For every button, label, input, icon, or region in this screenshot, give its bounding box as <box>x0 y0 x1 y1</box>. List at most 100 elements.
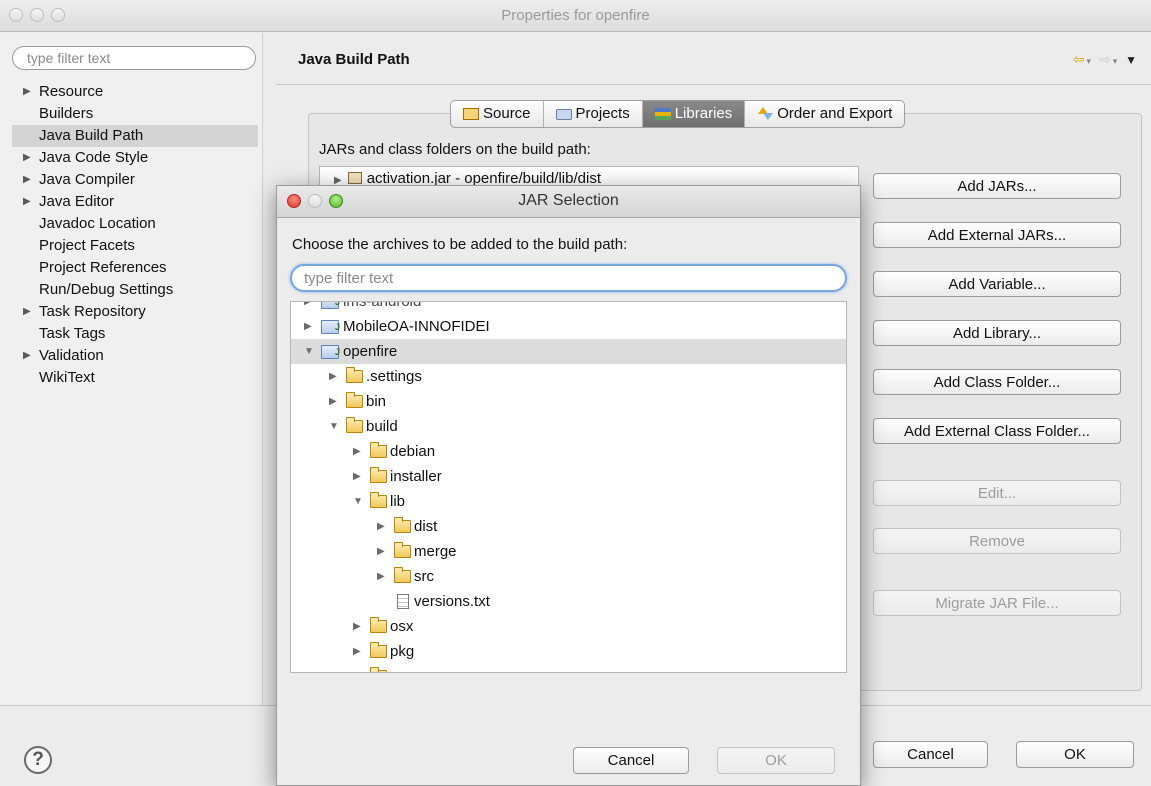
tree-row-pkg[interactable]: ▶ pkg <box>291 639 846 664</box>
jar-icon <box>347 172 362 184</box>
tree-row-lib[interactable]: ▼ lib <box>291 489 846 514</box>
tree-row-openfire[interactable]: ▼ openfire <box>291 339 846 365</box>
tree-row-src[interactable]: ▶ src <box>291 564 846 589</box>
page-title: Java Build Path <box>298 51 410 68</box>
nav-item-java-code-style[interactable]: ▶ Java Code Style <box>12 147 258 169</box>
migrate-jar-button[interactable]: Migrate JAR File... <box>873 590 1121 616</box>
tree-row-dist[interactable]: ▶ dist <box>291 514 846 539</box>
collapse-arrow-icon[interactable]: ▼ <box>304 339 316 364</box>
nav-item-java-editor[interactable]: ▶ Java Editor <box>12 191 258 213</box>
folder-icon <box>394 517 411 533</box>
text-file-icon <box>397 594 409 609</box>
nav-item-task-repository[interactable]: ▶ Task Repository <box>12 301 258 323</box>
forward-arrow-icon[interactable]: ⇨ <box>1099 51 1111 67</box>
libraries-label: JARs and class folders on the build path… <box>319 141 591 158</box>
expand-arrow-icon[interactable]: ▶ <box>23 301 31 323</box>
expand-arrow-icon[interactable]: ▶ <box>23 191 31 213</box>
folder-icon <box>370 467 387 483</box>
collapse-arrow-icon[interactable]: ▼ <box>353 489 365 514</box>
expand-arrow-icon[interactable]: ▶ <box>23 169 31 191</box>
folder-icon <box>370 667 387 672</box>
expand-arrow-icon[interactable]: ▶ <box>304 314 316 339</box>
forward-dropdown-icon[interactable]: ▾ <box>1113 56 1118 66</box>
tab-source[interactable]: Source <box>451 101 544 127</box>
property-page-navigator: ▶Resource Builders Java Build Path ▶Java… <box>0 33 262 705</box>
tree-row-settings[interactable]: ▶ .settings <box>291 364 846 389</box>
libraries-icon <box>654 108 671 120</box>
tree-row-mobileoa[interactable]: ▶ MobileOA-INNOFIDEI <box>291 314 846 340</box>
expand-arrow-icon[interactable]: ▶ <box>329 364 341 389</box>
expand-arrow-icon[interactable]: ▶ <box>353 639 365 664</box>
tree-row-osx[interactable]: ▶ osx <box>291 614 846 639</box>
tree-row[interactable]: ▶ <box>291 664 846 672</box>
expand-arrow-icon[interactable]: ▶ <box>329 389 341 414</box>
expand-arrow-icon[interactable]: ▶ <box>23 147 31 169</box>
expand-arrow-icon[interactable]: ▶ <box>304 302 316 314</box>
tab-order-and-export[interactable]: Order and Export <box>745 101 904 127</box>
add-external-class-folder-button[interactable]: Add External Class Folder... <box>873 418 1121 444</box>
dialog-cancel-button[interactable]: Cancel <box>573 747 689 774</box>
project-icon <box>321 302 340 315</box>
tree-row-installer[interactable]: ▶ installer <box>291 464 846 489</box>
expand-arrow-icon[interactable]: ▶ <box>353 614 365 639</box>
expand-arrow-icon[interactable]: ▶ <box>353 464 365 489</box>
view-menu-icon[interactable]: ▼ <box>1125 53 1137 67</box>
expand-arrow-icon[interactable]: ▶ <box>377 514 389 539</box>
add-library-button[interactable]: Add Library... <box>873 320 1121 346</box>
remove-button[interactable]: Remove <box>873 528 1121 554</box>
nav-item-run-debug-settings[interactable]: Run/Debug Settings <box>12 279 258 301</box>
expand-arrow-icon[interactable]: ▶ <box>353 439 365 464</box>
dialog-title: JAR Selection <box>518 192 619 209</box>
nav-item-java-compiler[interactable]: ▶ Java Compiler <box>12 169 258 191</box>
nav-item-validation[interactable]: ▶ Validation <box>12 345 258 367</box>
back-dropdown-icon[interactable]: ▾ <box>1087 56 1092 66</box>
nav-item-java-build-path[interactable]: Java Build Path <box>12 125 258 147</box>
window-titlebar: Properties for openfire <box>0 0 1151 32</box>
folder-icon <box>346 367 363 383</box>
filter-input[interactable] <box>12 46 256 70</box>
nav-item-builders[interactable]: Builders <box>12 103 258 125</box>
panel-sash[interactable] <box>262 33 276 705</box>
folder-icon <box>370 617 387 633</box>
expand-arrow-icon[interactable]: ▶ <box>377 564 389 589</box>
properties-cancel-button[interactable]: Cancel <box>873 741 988 768</box>
nav-item-wikitext[interactable]: WikiText <box>12 367 258 389</box>
tree-row-bin[interactable]: ▶ bin <box>291 389 846 414</box>
expand-arrow-icon[interactable]: ▶ <box>377 539 389 564</box>
dialog-message: Choose the archives to be added to the b… <box>292 236 628 253</box>
add-variable-button[interactable]: Add Variable... <box>873 271 1121 297</box>
dialog-ok-button[interactable]: OK <box>717 747 835 774</box>
workspace-tree[interactable]: ▶ ims-android ▶ MobileOA-INNOFIDEI ▼ ope… <box>290 301 847 673</box>
add-class-folder-button[interactable]: Add Class Folder... <box>873 369 1121 395</box>
expand-arrow-icon[interactable]: ▶ <box>23 81 31 103</box>
tab-libraries[interactable]: Libraries <box>642 101 746 127</box>
nav-item-resource[interactable]: ▶ Resource <box>12 81 258 103</box>
edit-button[interactable]: Edit... <box>873 480 1121 506</box>
help-icon[interactable]: ? <box>24 746 52 774</box>
back-arrow-icon[interactable]: ⇦ <box>1073 51 1085 67</box>
tree-row[interactable]: ▶ ims-android <box>291 302 846 315</box>
property-page-list: ▶ Resource Builders Java Build Path ▶ Java… <box>12 81 258 389</box>
add-external-jars-button[interactable]: Add External JARs... <box>873 222 1121 248</box>
project-icon <box>321 315 340 340</box>
tab-projects[interactable]: Projects <box>544 101 643 127</box>
history-navigation: ⇦ ▾ ⇨ ▾ ▼ <box>1073 51 1137 68</box>
tree-row-versions-txt[interactable]: versions.txt <box>291 589 846 614</box>
nav-item-task-tags[interactable]: Task Tags <box>12 323 258 345</box>
collapse-arrow-icon[interactable]: ▼ <box>329 414 341 439</box>
projects-folder-icon <box>555 108 572 120</box>
tree-row-merge[interactable]: ▶ merge <box>291 539 846 564</box>
expand-arrow-icon[interactable]: ▶ <box>353 664 365 672</box>
dialog-filter-input[interactable] <box>290 264 847 292</box>
nav-item-javadoc-location[interactable]: Javadoc Location <box>12 213 258 235</box>
nav-item-project-facets[interactable]: Project Facets <box>12 235 258 257</box>
expand-arrow-icon[interactable]: ▶ <box>23 345 31 367</box>
order-export-icon <box>757 107 774 121</box>
tree-row-debian[interactable]: ▶ debian <box>291 439 846 464</box>
nav-item-project-references[interactable]: Project References <box>12 257 258 279</box>
folder-open-icon <box>346 417 363 433</box>
tree-row-build[interactable]: ▼ build <box>291 414 846 439</box>
source-folder-icon <box>463 108 479 120</box>
properties-ok-button[interactable]: OK <box>1016 741 1134 768</box>
add-jars-button[interactable]: Add JARs... <box>873 173 1121 199</box>
